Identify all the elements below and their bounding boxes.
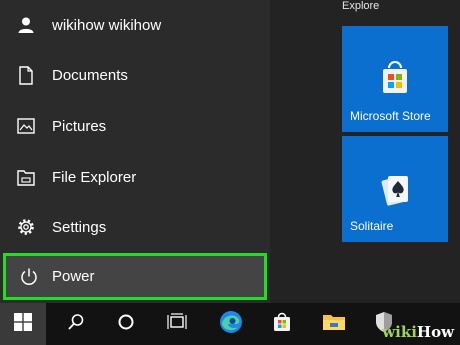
nav-item-power[interactable]: Power: [3, 253, 267, 300]
nav-item-label: Power: [52, 268, 95, 285]
taskbar-file-explorer-button[interactable]: [311, 303, 357, 345]
cortana-icon: [117, 313, 135, 336]
wikihow-watermark: wikiHow: [382, 323, 454, 341]
nav-item-label: Settings: [52, 218, 107, 236]
start-menu-nav-rail: wikihow wikihow Documents Pictures File …: [0, 0, 270, 303]
edge-icon: [219, 310, 243, 339]
user-icon: [0, 16, 52, 34]
taskbar-start-button[interactable]: [0, 303, 46, 345]
gear-icon: [0, 217, 52, 237]
nav-item-label: Documents: [52, 66, 128, 84]
tile-label: Microsoft Store: [350, 109, 431, 123]
nav-item-user-account[interactable]: wikihow wikihow: [0, 0, 270, 50]
watermark-suffix: How: [416, 323, 454, 341]
file-explorer-icon: [0, 169, 52, 186]
file-explorer-icon: [322, 312, 346, 337]
taskbar: wikiHow: [0, 303, 460, 345]
watermark-prefix: wiki: [382, 323, 417, 341]
taskbar-store-button[interactable]: [259, 303, 305, 345]
search-icon: [67, 313, 85, 336]
tile-group-label: Explore: [342, 0, 380, 12]
nav-item-settings[interactable]: Settings: [0, 202, 270, 252]
pictures-icon: [0, 118, 52, 134]
nav-item-label: wikihow wikihow: [52, 16, 162, 34]
power-icon: [6, 267, 52, 287]
start-menu: wikihow wikihow Documents Pictures File …: [0, 0, 460, 303]
taskbar-cortana-button[interactable]: [103, 303, 149, 345]
tile-solitaire[interactable]: Solitaire: [342, 136, 448, 242]
taskbar-edge-button[interactable]: [208, 303, 254, 345]
nav-item-file-explorer[interactable]: File Explorer: [0, 152, 270, 202]
nav-item-label: File Explorer: [52, 168, 137, 186]
windows-start-icon: [14, 312, 32, 336]
nav-item-label: Pictures: [52, 117, 107, 135]
document-icon: [0, 65, 52, 85]
tile-group-explore: Explore Microsoft Store Solitaire: [330, 0, 460, 303]
tile-label: Solitaire: [350, 219, 394, 233]
store-icon: [271, 311, 293, 338]
nav-item-documents[interactable]: Documents: [0, 50, 270, 100]
nav-item-pictures[interactable]: Pictures: [0, 101, 270, 151]
tile-microsoft-store[interactable]: Microsoft Store: [342, 26, 448, 132]
taskbar-search-button[interactable]: [53, 303, 99, 345]
microsoft-store-icon: [372, 56, 418, 107]
taskbar-task-view-button[interactable]: [154, 303, 200, 345]
solitaire-cards-icon: [372, 166, 418, 217]
task-view-icon: [167, 312, 187, 336]
